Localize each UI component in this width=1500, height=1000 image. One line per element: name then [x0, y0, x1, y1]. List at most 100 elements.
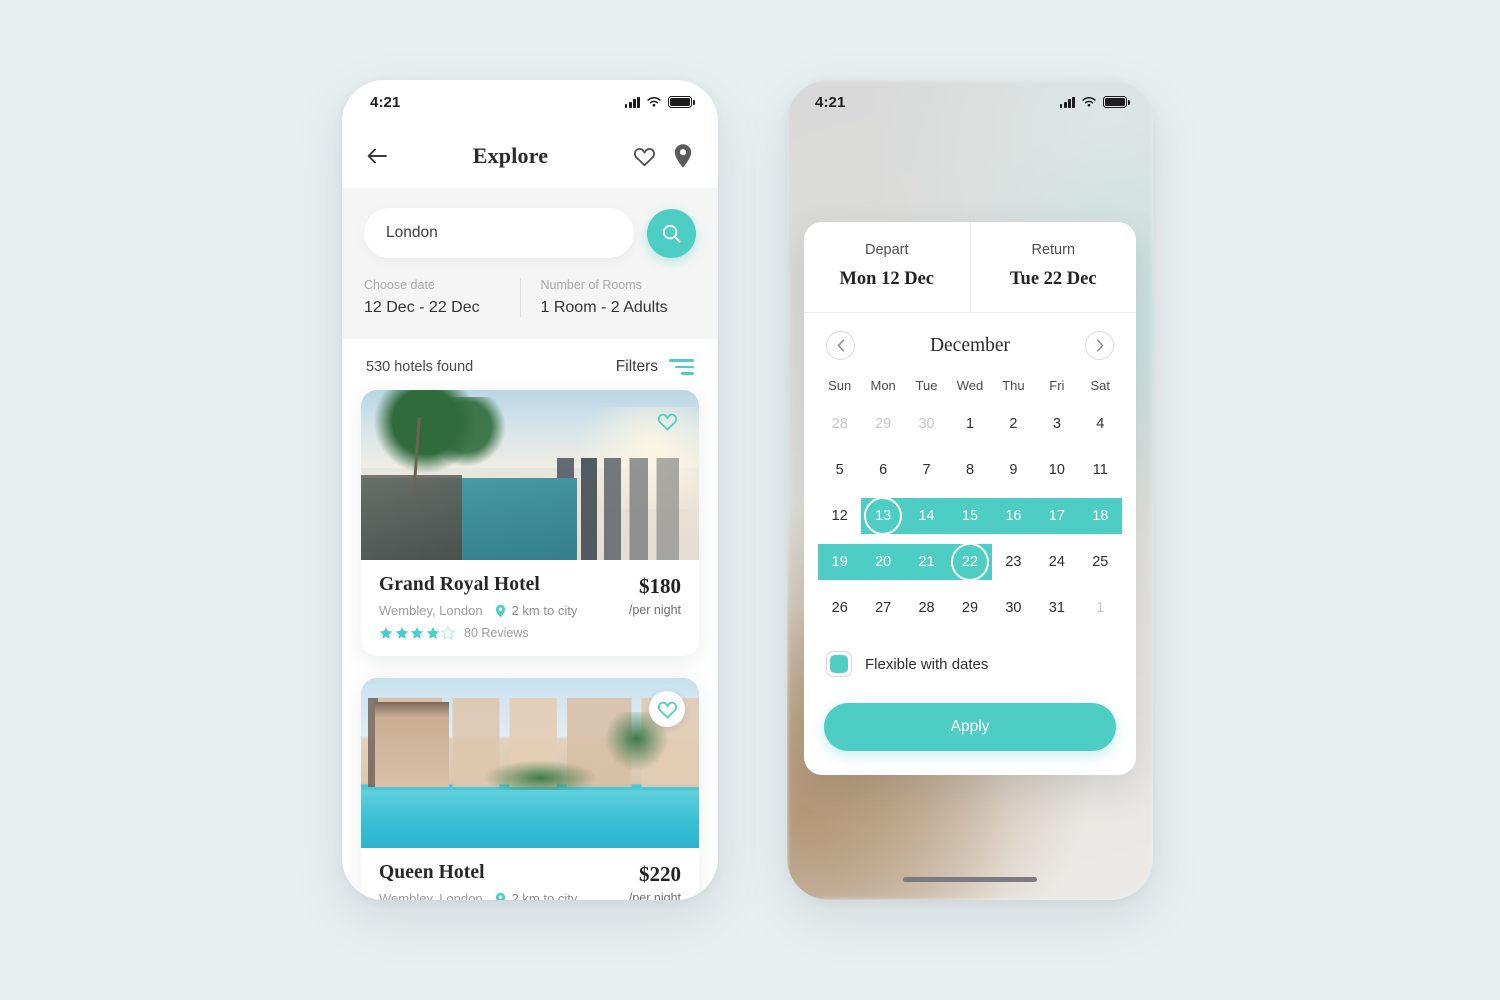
page-title: Explore — [472, 143, 549, 168]
map-pin-icon[interactable] — [672, 143, 694, 169]
calendar-day[interactable]: 7 — [905, 452, 948, 488]
calendar-week-row: 28 29 30 1 2 3 4 — [818, 401, 1122, 447]
wifi-icon — [647, 97, 661, 107]
hotel-location-row: Wembley, London 2 km to city — [379, 891, 577, 900]
calendar-week-row: 5 6 7 8 9 10 11 — [818, 447, 1122, 493]
calendar-day: 29 — [875, 416, 892, 432]
signal-bars-icon — [1059, 96, 1075, 108]
calendar-day[interactable]: 28 — [905, 590, 948, 626]
calendar-day[interactable]: 9 — [992, 452, 1035, 488]
search-row — [364, 208, 696, 258]
favorite-button[interactable] — [649, 691, 685, 727]
calendar-day[interactable]: 24 — [1035, 544, 1078, 580]
star-outline-icon — [441, 626, 455, 640]
date-picker-sheet: Depart Mon 12 Dec Return Tue 22 Dec Dece… — [804, 222, 1136, 775]
calendar-day[interactable]: 21 — [905, 544, 948, 580]
weekday-label: Thu — [1002, 378, 1025, 393]
calendar-day[interactable]: 20 — [861, 544, 904, 580]
weekday-header-row: Sun Mon Tue Wed Thu Fri Sat — [804, 366, 1136, 397]
map-pin-small-icon — [495, 604, 506, 618]
prev-month-button[interactable] — [826, 331, 855, 360]
calendar-day[interactable]: 12 — [818, 498, 861, 534]
calendar-day[interactable]: 23 — [992, 544, 1035, 580]
apply-button[interactable]: Apply — [824, 703, 1116, 751]
hotel-list: Grand Royal Hotel Wembley, London 2 km t… — [342, 390, 718, 900]
calendar-day[interactable]: 19 — [818, 544, 861, 580]
search-panel: Choose date 12 Dec - 22 Dec Number of Ro… — [342, 188, 718, 339]
search-meta-row: Choose date 12 Dec - 22 Dec Number of Ro… — [364, 278, 696, 317]
tab-return[interactable]: Return Tue 22 Dec — [969, 222, 1137, 312]
calendar-day[interactable]: 30 — [992, 590, 1035, 626]
hotel-price-block: $220 /per night — [617, 862, 681, 900]
search-field[interactable] — [364, 208, 634, 258]
calendar-day[interactable]: 5 — [818, 452, 861, 488]
hotel-card[interactable]: Grand Royal Hotel Wembley, London 2 km t… — [361, 390, 699, 656]
meta-number-of-rooms[interactable]: Number of Rooms 1 Room - 2 Adults — [519, 278, 697, 317]
calendar-day-selected[interactable]: 22 — [948, 543, 991, 581]
hotel-card[interactable]: Queen Hotel Wembley, London 2 km to city… — [361, 678, 699, 900]
results-count: 530 hotels found — [366, 359, 474, 375]
calendar-day[interactable]: 8 — [948, 452, 991, 488]
status-bar: 4:21 — [342, 80, 718, 124]
calendar-day: 28 — [831, 416, 848, 432]
filters-button[interactable]: Filters — [616, 358, 694, 376]
hotel-name: Queen Hotel — [379, 862, 485, 883]
calendar-day[interactable]: 10 — [1035, 452, 1078, 488]
trip-tabs: Depart Mon 12 Dec Return Tue 22 Dec — [804, 222, 1136, 313]
hotel-price: $180 — [639, 574, 681, 598]
meta-value: 1 Room - 2 Adults — [540, 299, 668, 316]
calendar-day: 30 — [918, 416, 935, 432]
calendar-day-selected[interactable]: 13 — [861, 497, 904, 535]
hotel-price-block: $180 /per night — [617, 574, 681, 617]
battery-full-icon — [1103, 96, 1130, 108]
calendar-day[interactable]: 29 — [948, 590, 991, 626]
status-icons — [1059, 96, 1130, 108]
weekday-label: Fri — [1049, 378, 1065, 393]
hotel-distance: 2 km to city — [511, 891, 578, 900]
checkbox-icon[interactable] — [826, 651, 852, 677]
next-month-button[interactable] — [1085, 331, 1114, 360]
flexible-dates-toggle[interactable]: Flexible with dates — [804, 637, 1136, 681]
status-icons — [624, 96, 695, 108]
resort-lagoon-image — [361, 678, 699, 848]
meta-label: Choose date — [364, 278, 435, 292]
calendar-day[interactable]: 16 — [992, 498, 1035, 534]
favorite-button[interactable] — [649, 403, 685, 439]
heart-outline-icon — [657, 701, 677, 718]
calendar-day[interactable]: 14 — [905, 498, 948, 534]
weekday-label: Sat — [1090, 378, 1111, 393]
search-button[interactable] — [647, 208, 696, 258]
calendar-day[interactable]: 31 — [1035, 590, 1078, 626]
calendar-day[interactable]: 26 — [818, 590, 861, 626]
calendar-day: 1 — [1096, 600, 1105, 616]
calendar-day[interactable]: 6 — [861, 452, 904, 488]
meta-choose-date[interactable]: Choose date 12 Dec - 22 Dec — [364, 278, 520, 317]
calendar-day[interactable]: 3 — [1035, 406, 1078, 442]
heart-outline-icon[interactable] — [633, 146, 656, 167]
calendar-day[interactable]: 11 — [1079, 452, 1122, 488]
heart-outline-icon — [657, 413, 677, 430]
chevron-right-icon — [1096, 339, 1103, 352]
calendar-week-row: 19 20 21 22 23 24 25 — [818, 539, 1122, 585]
review-count: 80 Reviews — [464, 626, 529, 640]
star-rating — [379, 626, 455, 640]
calendar-day[interactable]: 25 — [1079, 544, 1122, 580]
tab-depart[interactable]: Depart Mon 12 Dec — [804, 222, 970, 312]
calendar-day[interactable]: 17 — [1035, 498, 1078, 534]
hotel-rating-row: 80 Reviews — [379, 626, 577, 640]
back-arrow-icon[interactable] — [366, 147, 388, 165]
calendar-day[interactable]: 1 — [948, 406, 991, 442]
status-time: 4:21 — [815, 93, 846, 111]
hotel-location: Wembley, London — [379, 603, 483, 618]
calendar-grid: 28 29 30 1 2 3 4 5 6 7 8 9 10 11 12 13 14 15 16 17 18 19 20 21 2… — [804, 397, 1136, 637]
results-bar: 530 hotels found Filters — [342, 339, 718, 390]
trip-tab-kind: Depart — [864, 242, 909, 258]
calendar-day[interactable]: 27 — [861, 590, 904, 626]
calendar-day[interactable]: 2 — [992, 406, 1035, 442]
hotel-price-unit: /per night — [628, 891, 681, 900]
screenshot-canvas: 4:21 Explore London Choose date 12 Dec -… — [0, 0, 1500, 1000]
calendar-day[interactable]: 18 — [1079, 498, 1122, 534]
calendar-day[interactable]: 4 — [1079, 406, 1122, 442]
search-input[interactable] — [386, 224, 612, 242]
calendar-day[interactable]: 15 — [948, 498, 991, 534]
